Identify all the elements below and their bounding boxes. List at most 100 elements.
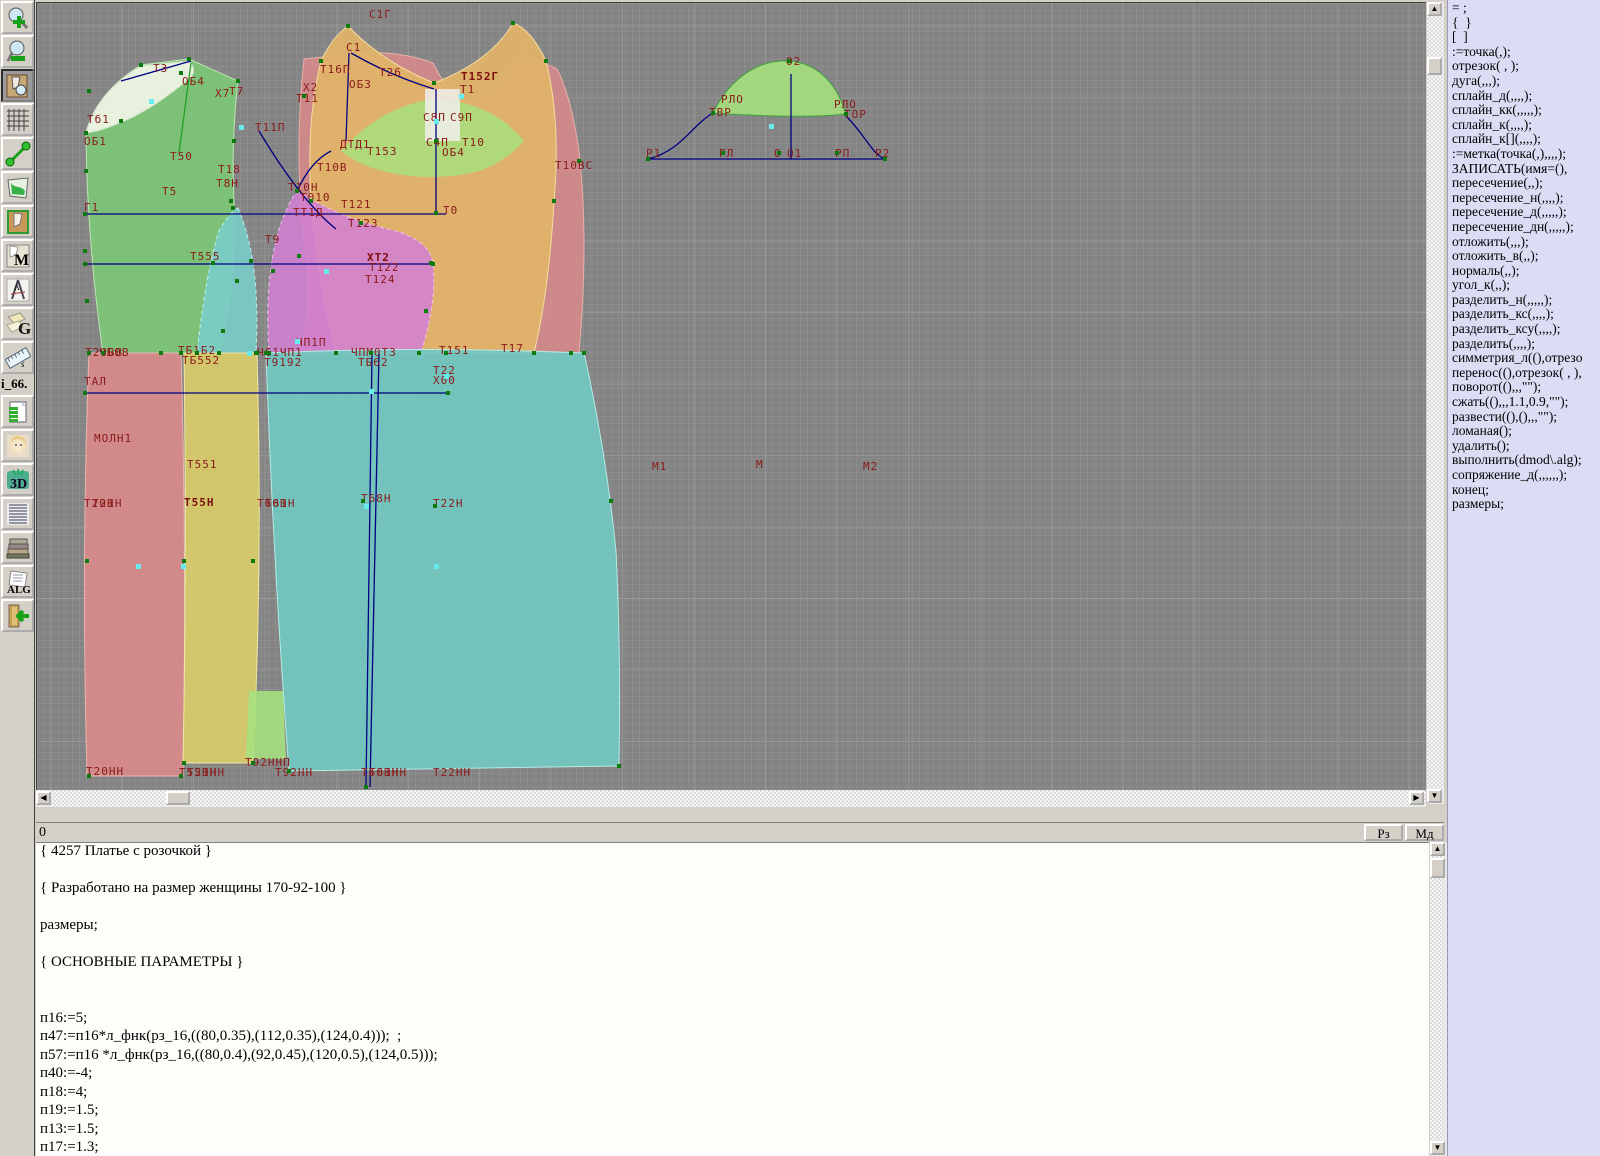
command-item[interactable]: разделить(,,,,); [1448, 336, 1600, 351]
command-item[interactable]: отрезок( , ); [1448, 58, 1600, 73]
construction-point[interactable] [711, 111, 715, 115]
construction-point[interactable] [139, 63, 143, 67]
horizontal-scroll-thumb[interactable] [166, 791, 190, 805]
construction-point[interactable] [85, 299, 89, 303]
command-item[interactable]: ломаная(); [1448, 423, 1600, 438]
selected-point[interactable] [136, 564, 141, 569]
command-item[interactable]: размеры; [1448, 496, 1600, 511]
construction-point[interactable] [721, 151, 725, 155]
construction-point[interactable] [87, 89, 91, 93]
vertical-scroll-thumb[interactable] [1427, 57, 1442, 75]
construction-point[interactable] [297, 254, 301, 258]
editor-scroll-down-button[interactable]: ▼ [1430, 1141, 1445, 1155]
construction-point[interactable] [433, 504, 437, 508]
construction-point[interactable] [249, 259, 253, 263]
selected-point[interactable] [149, 99, 154, 104]
zoom-in-icon[interactable] [1, 1, 34, 34]
construction-point[interactable] [319, 59, 323, 63]
command-item[interactable]: = ; [1448, 0, 1600, 15]
construction-point[interactable] [835, 151, 839, 155]
construction-point[interactable] [582, 351, 586, 355]
grid-icon[interactable] [1, 103, 34, 136]
command-item[interactable]: разделить_н(,,,,,); [1448, 292, 1600, 307]
construction-point[interactable] [434, 139, 438, 143]
sketch-view-icon[interactable] [1, 171, 34, 204]
construction-point[interactable] [777, 151, 781, 155]
command-item[interactable]: симметрия_л((),отрезо [1448, 350, 1600, 365]
construction-point[interactable] [287, 769, 291, 773]
ruler-icon[interactable]: s [1, 341, 34, 374]
scroll-right-button[interactable]: ▶ [1409, 791, 1424, 805]
selected-point[interactable] [364, 504, 369, 509]
command-item[interactable]: [ ] [1448, 29, 1600, 44]
view-3d-icon[interactable]: 3D [1, 463, 34, 496]
command-item[interactable]: :=точка(,); [1448, 44, 1600, 59]
construction-point[interactable] [182, 559, 186, 563]
construction-point[interactable] [883, 157, 887, 161]
exit-icon[interactable] [1, 599, 34, 632]
command-item[interactable]: поворот((),,,""); [1448, 379, 1600, 394]
selected-point[interactable] [434, 564, 439, 569]
construction-point[interactable] [844, 112, 848, 116]
command-item[interactable]: развести((),(),,,""); [1448, 409, 1600, 424]
construction-point[interactable] [83, 249, 87, 253]
construction-point[interactable] [119, 119, 123, 123]
construction-point[interactable] [187, 57, 191, 61]
command-item[interactable]: сплайн_к[](,,,,); [1448, 131, 1600, 146]
command-item[interactable]: пересечение_дн(,,,,,); [1448, 219, 1600, 234]
construction-point[interactable] [295, 189, 299, 193]
scroll-down-button[interactable]: ▼ [1427, 789, 1442, 803]
construction-point[interactable] [577, 159, 581, 163]
construction-point[interactable] [87, 774, 91, 778]
construction-point[interactable] [217, 351, 221, 355]
construction-point[interactable] [211, 261, 215, 265]
selected-point[interactable] [239, 125, 244, 130]
construction-point[interactable] [264, 351, 268, 355]
construction-point[interactable] [87, 351, 91, 355]
editor-vertical-scrollbar[interactable]: ▲ ▼ [1430, 842, 1447, 1156]
command-item[interactable]: сплайн_д(,,,,); [1448, 88, 1600, 103]
command-item[interactable]: пересечение(,,); [1448, 175, 1600, 190]
selected-point[interactable] [434, 119, 439, 124]
selected-point[interactable] [181, 564, 186, 569]
construction-point[interactable] [432, 81, 436, 85]
algorithm-editor[interactable]: { 4257 Платье с розочкой }{ Разработано … [36, 842, 1429, 1156]
command-item[interactable]: угол_к(,,); [1448, 277, 1600, 292]
rz-button[interactable]: Рз [1364, 824, 1403, 841]
books-icon[interactable] [1, 531, 34, 564]
command-item[interactable]: сплайн_к(,,,,); [1448, 117, 1600, 132]
construction-point[interactable] [251, 761, 255, 765]
table-document-icon[interactable] [1, 395, 34, 428]
command-item[interactable]: разделить_ксу(,,,,); [1448, 321, 1600, 336]
construction-point[interactable] [229, 199, 233, 203]
canvas-vertical-scrollbar[interactable]: ▲ ▼ [1427, 2, 1444, 804]
selected-point[interactable] [369, 389, 374, 394]
list-document-icon[interactable] [1, 497, 34, 530]
construction-point[interactable] [444, 351, 448, 355]
construction-point[interactable] [231, 206, 235, 210]
drafting-compass-icon[interactable]: А [1, 273, 34, 306]
md-button[interactable]: Мд [1405, 824, 1444, 841]
command-item[interactable]: выполнить(dmod\.alg); [1448, 452, 1600, 467]
preview-pattern-icon[interactable] [1, 69, 34, 102]
selected-point[interactable] [444, 374, 449, 379]
construction-point[interactable] [359, 221, 363, 225]
construction-point[interactable] [609, 499, 613, 503]
selected-point[interactable] [295, 339, 300, 344]
construction-point[interactable] [182, 761, 186, 765]
command-item[interactable]: сопряжение_д(,,,,,,); [1448, 467, 1600, 482]
construction-point[interactable] [431, 262, 435, 266]
construction-point[interactable] [159, 351, 163, 355]
command-item[interactable]: конец; [1448, 482, 1600, 497]
command-item[interactable]: сжать((),,,1.1,0.9,""); [1448, 394, 1600, 409]
pattern-m-icon[interactable]: M [1, 239, 34, 272]
construction-point[interactable] [369, 351, 373, 355]
construction-point[interactable] [544, 59, 548, 63]
construction-point[interactable] [101, 351, 105, 355]
construction-point[interactable] [361, 499, 365, 503]
construction-point[interactable] [787, 59, 791, 63]
selected-point[interactable] [247, 351, 252, 356]
command-item[interactable]: отложить_в(,,); [1448, 248, 1600, 263]
construction-point[interactable] [334, 351, 338, 355]
selected-point[interactable] [459, 94, 464, 99]
